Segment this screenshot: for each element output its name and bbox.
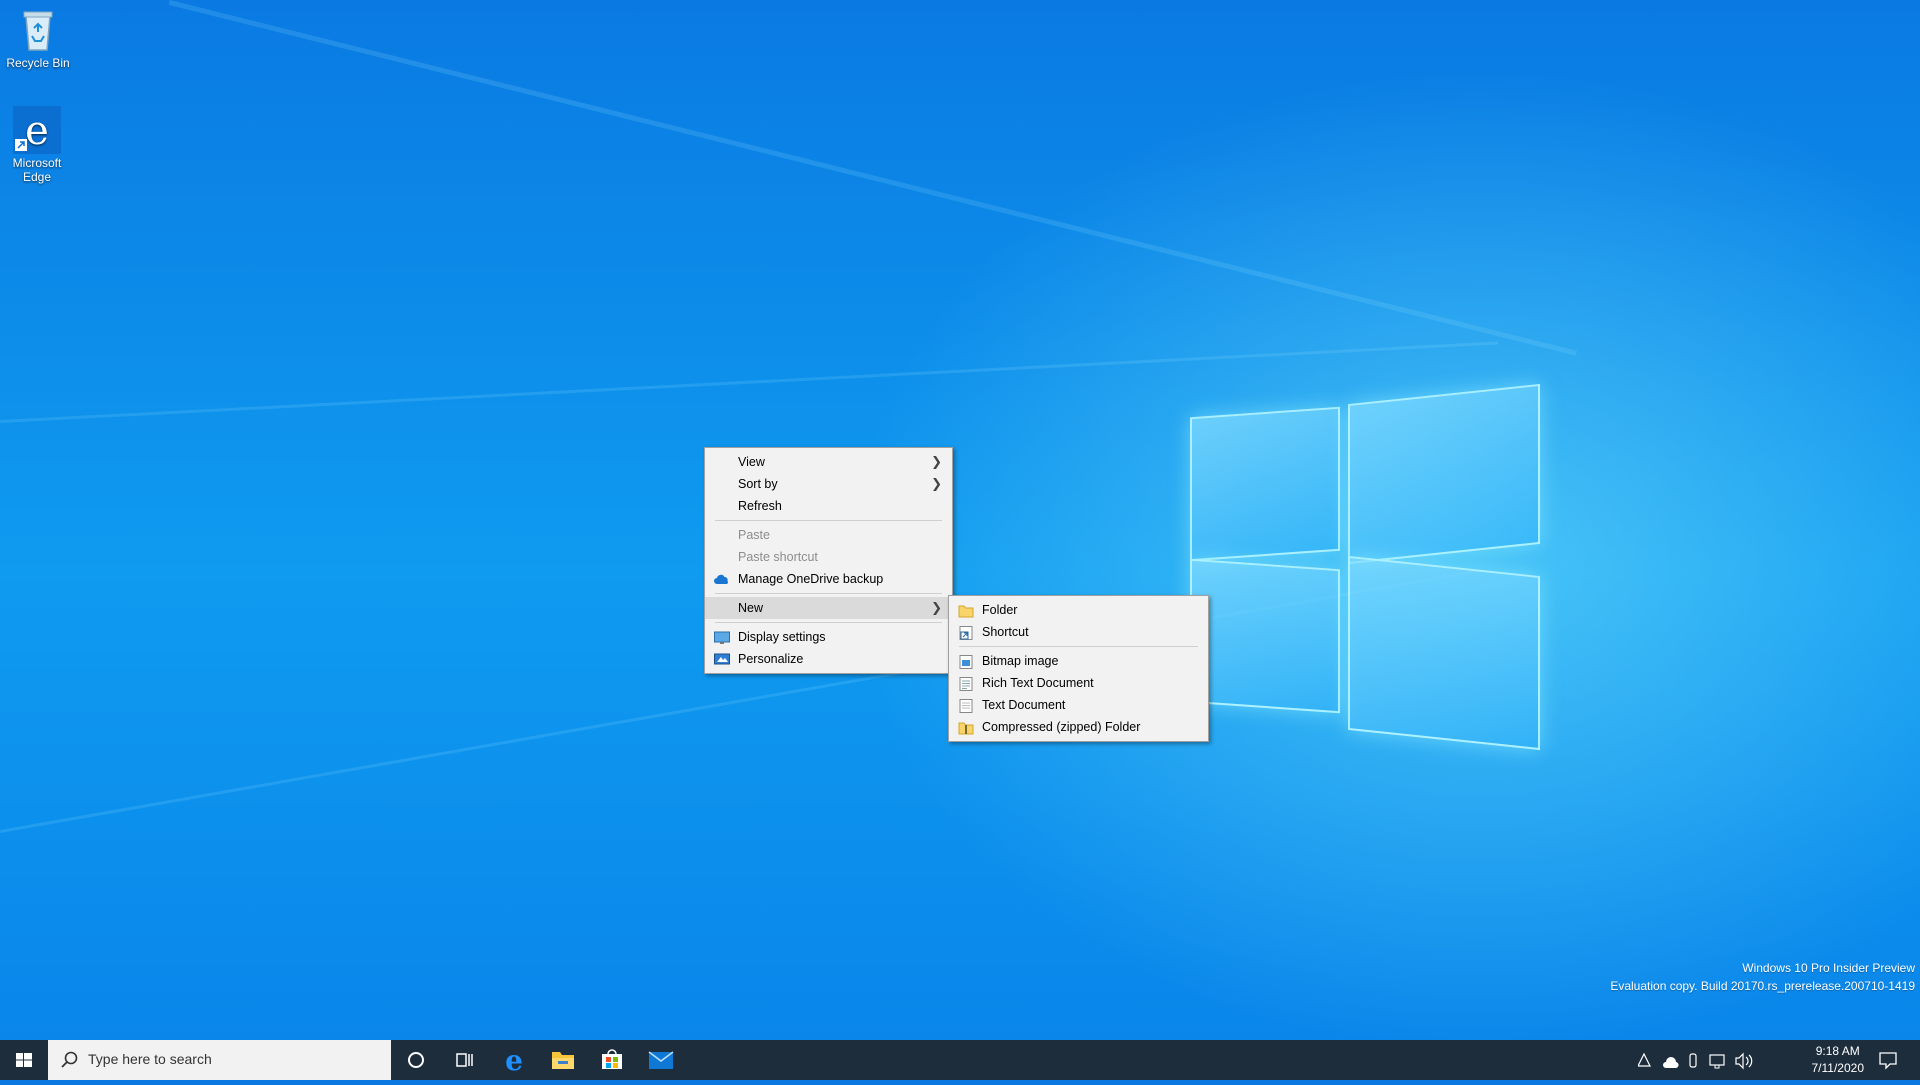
desktop-context-menu: View ❯ Sort by ❯ Refresh Paste Paste sho… [704,447,953,674]
bitmap-icon [958,654,974,669]
taskbar-mail-button[interactable] [637,1040,685,1080]
taskbar-edge-button[interactable]: e [490,1040,538,1080]
taskbar: Type here to search e 9:18 AM 7/11/2020 [0,1040,1920,1080]
taskbar-clock[interactable]: 9:18 AM 7/11/2020 [1812,1043,1865,1077]
menu-item-label: Personalize [738,652,804,666]
file-explorer-icon [552,1052,574,1069]
windows-logo-wallpaper [1190,382,1540,751]
menu-item-label: Paste shortcut [738,550,818,564]
zip-folder-icon [958,720,974,735]
desktop-icon-edge[interactable]: e Microsoft Edge [0,106,76,184]
menu-item-label: Refresh [738,499,782,513]
menu-item-label: New [738,601,764,615]
windows-start-icon [16,1053,32,1067]
chevron-right-icon: ❯ [931,476,942,491]
submenu-item-text-document[interactable]: Text Document [949,694,1208,716]
menu-item-label: Sort by [738,477,778,491]
recycle-bin-label: Recycle Bin [6,56,70,70]
clock-date: 7/11/2020 [1811,1061,1865,1075]
edge-label: Microsoft Edge [12,156,62,184]
desktop-icon-recycle-bin[interactable]: Recycle Bin [0,6,78,70]
menu-item-view[interactable]: View ❯ [705,451,952,473]
watermark-line-1: Windows 10 Pro Insider Preview [1742,961,1915,975]
action-center-button[interactable] [1870,1040,1906,1080]
store-icon [602,1049,622,1069]
new-submenu: Folder Shortcut Bitmap image Rich Text D… [948,595,1209,742]
chevron-right-icon: ❯ [931,600,942,615]
menu-item-label: Manage OneDrive backup [738,572,884,586]
menu-separator [715,520,942,521]
svg-text:e: e [25,108,49,154]
task-view-icon [456,1053,473,1067]
start-button[interactable] [0,1040,48,1080]
menu-item-label: Shortcut [982,625,1029,639]
menu-item-label: Compressed (zipped) Folder [982,720,1141,734]
folder-icon [958,603,974,618]
menu-item-label: Paste [738,528,770,542]
mail-icon [648,1051,674,1069]
taskbar-file-explorer-button[interactable] [539,1040,587,1080]
menu-item-label: Text Document [982,698,1066,712]
search-icon [61,1051,78,1068]
search-placeholder: Type here to search [88,1051,212,1067]
task-view-button[interactable] [440,1040,488,1080]
display-icon [714,630,730,644]
menu-item-label: Rich Text Document [982,676,1094,690]
edge-icon: e [505,1044,523,1077]
menu-item-sort-by[interactable]: Sort by ❯ [705,473,952,495]
shortcut-icon [958,625,974,640]
notification-icon [1879,1052,1897,1070]
tray-icons [1638,1052,1753,1070]
edge-icon: e [13,106,61,154]
menu-item-personalize[interactable]: Personalize [705,648,952,670]
submenu-item-shortcut[interactable]: Shortcut [949,621,1208,643]
menu-separator [715,622,942,623]
desktop[interactable]: Recycle Bin e Microsoft Edge Windows 10 … [0,0,1920,1040]
menu-item-label: Display settings [738,630,826,644]
recycle-bin-icon [14,6,62,54]
taskbar-store-button[interactable] [588,1040,636,1080]
menu-item-new[interactable]: New ❯ [705,597,952,619]
menu-item-manage-onedrive-backup[interactable]: Manage OneDrive backup [705,568,952,590]
cortana-button[interactable] [392,1040,440,1080]
submenu-item-bitmap-image[interactable]: Bitmap image [949,650,1208,672]
chevron-right-icon: ❯ [931,454,942,469]
cortana-icon [408,1052,424,1068]
menu-item-label: View [738,455,765,469]
watermark-line-2: Evaluation copy. Build 20170.rs_prerelea… [1610,979,1915,993]
rtf-document-icon [958,676,974,691]
submenu-item-folder[interactable]: Folder [949,599,1208,621]
submenu-item-rich-text-document[interactable]: Rich Text Document [949,672,1208,694]
menu-separator [715,593,942,594]
svg-text:e: e [505,1044,523,1077]
menu-item-paste-shortcut: Paste shortcut [705,546,952,568]
menu-item-display-settings[interactable]: Display settings [705,626,952,648]
menu-item-label: Folder [982,603,1018,617]
submenu-item-compressed-folder[interactable]: Compressed (zipped) Folder [949,716,1208,738]
wallpaper-beam [168,0,1577,356]
text-document-icon [958,698,974,713]
menu-item-refresh[interactable]: Refresh [705,495,952,517]
onedrive-icon [714,572,730,586]
menu-item-label: Bitmap image [982,654,1059,668]
taskbar-search-box[interactable]: Type here to search [48,1040,391,1080]
clock-time: 9:18 AM [1815,1044,1860,1058]
personalize-icon [714,652,730,666]
menu-separator [959,646,1198,647]
menu-item-paste: Paste [705,524,952,546]
evaluation-watermark: Windows 10 Pro Insider Preview Evaluatio… [1610,959,1915,995]
